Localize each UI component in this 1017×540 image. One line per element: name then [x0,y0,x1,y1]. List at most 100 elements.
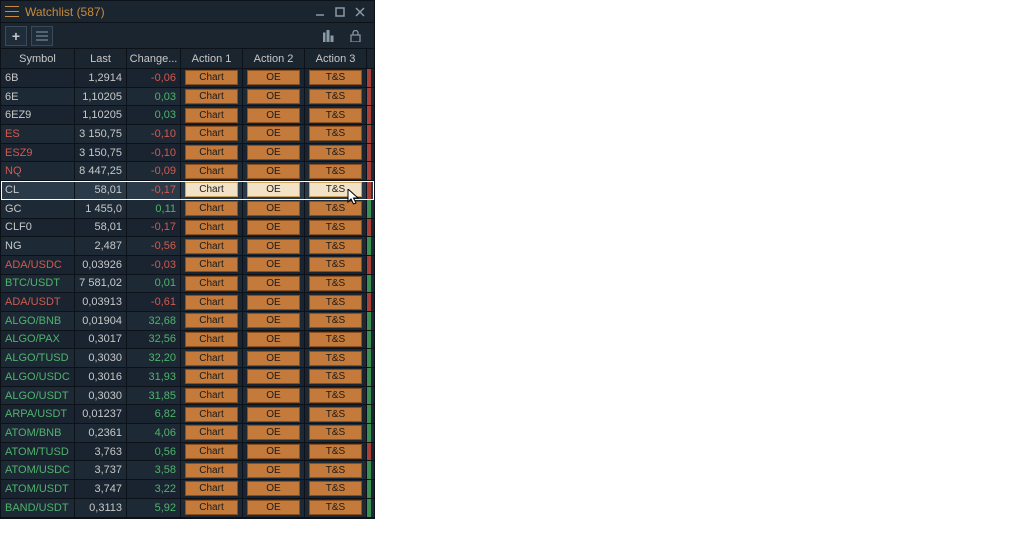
oe-button[interactable]: OE [247,182,300,197]
table-row[interactable]: ATOM/USDC3,7373,58ChartOET&S [1,461,374,480]
oe-button[interactable]: OE [247,351,300,366]
chart-button[interactable]: Chart [185,182,238,197]
maximize-button[interactable] [330,3,350,21]
ts-button[interactable]: T&S [309,500,362,515]
chart-button[interactable]: Chart [185,201,238,216]
table-row[interactable]: 6EZ91,102050,03ChartOET&S [1,106,374,125]
header-action2[interactable]: Action 2 [243,49,305,68]
ts-button[interactable]: T&S [309,444,362,459]
oe-button[interactable]: OE [247,239,300,254]
table-row[interactable]: GC1 455,00,11ChartOET&S [1,200,374,219]
header-last[interactable]: Last [75,49,127,68]
chart-button[interactable]: Chart [185,481,238,496]
table-row[interactable]: CLF058,01-0,17ChartOET&S [1,219,374,238]
table-row[interactable]: ESZ93 150,75-0,10ChartOET&S [1,144,374,163]
ts-button[interactable]: T&S [309,182,362,197]
table-row[interactable]: ADA/USDC0,03926-0,03ChartOET&S [1,256,374,275]
oe-button[interactable]: OE [247,108,300,123]
oe-button[interactable]: OE [247,89,300,104]
table-row[interactable]: ALGO/PAX0,301732,56ChartOET&S [1,331,374,350]
titlebar[interactable]: Watchlist (587) [1,1,374,23]
table-row[interactable]: ALGO/USDT0,303031,85ChartOET&S [1,387,374,406]
table-row[interactable]: NQ8 447,25-0,09ChartOET&S [1,162,374,181]
oe-button[interactable]: OE [247,425,300,440]
list-view-button[interactable] [31,26,53,46]
chart-button[interactable]: Chart [185,145,238,160]
ts-button[interactable]: T&S [309,89,362,104]
chart-button[interactable]: Chart [185,444,238,459]
chart-button[interactable]: Chart [185,332,238,347]
ts-button[interactable]: T&S [309,407,362,422]
chart-button[interactable]: Chart [185,500,238,515]
ts-button[interactable]: T&S [309,388,362,403]
table-row[interactable]: ADA/USDT0,03913-0,61ChartOET&S [1,293,374,312]
chart-button[interactable]: Chart [185,70,238,85]
table-row[interactable]: NG2,487-0,56ChartOET&S [1,237,374,256]
oe-button[interactable]: OE [247,70,300,85]
ts-button[interactable]: T&S [309,425,362,440]
chart-button[interactable]: Chart [185,126,238,141]
ts-button[interactable]: T&S [309,220,362,235]
chart-button[interactable]: Chart [185,351,238,366]
menu-icon[interactable] [5,5,19,19]
table-row[interactable]: ATOM/USDT3,7473,22ChartOET&S [1,480,374,499]
oe-button[interactable]: OE [247,220,300,235]
table-row[interactable]: CL58,01-0,17ChartOET&S [1,181,374,200]
oe-button[interactable]: OE [247,126,300,141]
ts-button[interactable]: T&S [309,313,362,328]
chart-button[interactable]: Chart [185,257,238,272]
oe-button[interactable]: OE [247,257,300,272]
lock-button[interactable] [344,26,366,46]
chart-button[interactable]: Chart [185,313,238,328]
oe-button[interactable]: OE [247,276,300,291]
oe-button[interactable]: OE [247,201,300,216]
chart-button[interactable]: Chart [185,239,238,254]
ts-button[interactable]: T&S [309,164,362,179]
add-button[interactable]: + [5,26,27,46]
table-row[interactable]: 6B1,2914-0,06ChartOET&S [1,69,374,88]
oe-button[interactable]: OE [247,407,300,422]
oe-button[interactable]: OE [247,145,300,160]
chart-button[interactable]: Chart [185,220,238,235]
ts-button[interactable]: T&S [309,481,362,496]
close-button[interactable] [350,3,370,21]
oe-button[interactable]: OE [247,295,300,310]
chart-button[interactable]: Chart [185,276,238,291]
header-change[interactable]: Change... [127,49,181,68]
oe-button[interactable]: OE [247,481,300,496]
chart-button[interactable]: Chart [185,295,238,310]
table-row[interactable]: ALGO/USDC0,301631,93ChartOET&S [1,368,374,387]
oe-button[interactable]: OE [247,332,300,347]
ts-button[interactable]: T&S [309,145,362,160]
table-row[interactable]: ALGO/TUSD0,303032,20ChartOET&S [1,349,374,368]
oe-button[interactable]: OE [247,164,300,179]
ts-button[interactable]: T&S [309,463,362,478]
table-row[interactable]: ATOM/BNB0,23614,06ChartOET&S [1,424,374,443]
chart-button[interactable]: Chart [185,108,238,123]
ts-button[interactable]: T&S [309,369,362,384]
ts-button[interactable]: T&S [309,239,362,254]
ts-button[interactable]: T&S [309,257,362,272]
ts-button[interactable]: T&S [309,108,362,123]
minimize-button[interactable] [310,3,330,21]
table-row[interactable]: ARPA/USDT0,012376,82ChartOET&S [1,405,374,424]
oe-button[interactable]: OE [247,388,300,403]
chart-button[interactable]: Chart [185,164,238,179]
chart-button[interactable]: Chart [185,89,238,104]
columns-button[interactable] [318,26,340,46]
header-action3[interactable]: Action 3 [305,49,367,68]
ts-button[interactable]: T&S [309,70,362,85]
oe-button[interactable]: OE [247,500,300,515]
oe-button[interactable]: OE [247,313,300,328]
ts-button[interactable]: T&S [309,351,362,366]
oe-button[interactable]: OE [247,369,300,384]
oe-button[interactable]: OE [247,444,300,459]
table-row[interactable]: ES3 150,75-0,10ChartOET&S [1,125,374,144]
header-symbol[interactable]: Symbol [1,49,75,68]
chart-button[interactable]: Chart [185,369,238,384]
ts-button[interactable]: T&S [309,276,362,291]
ts-button[interactable]: T&S [309,332,362,347]
table-row[interactable]: BAND/USDT0,31135,92ChartOET&S [1,499,374,518]
oe-button[interactable]: OE [247,463,300,478]
chart-button[interactable]: Chart [185,407,238,422]
